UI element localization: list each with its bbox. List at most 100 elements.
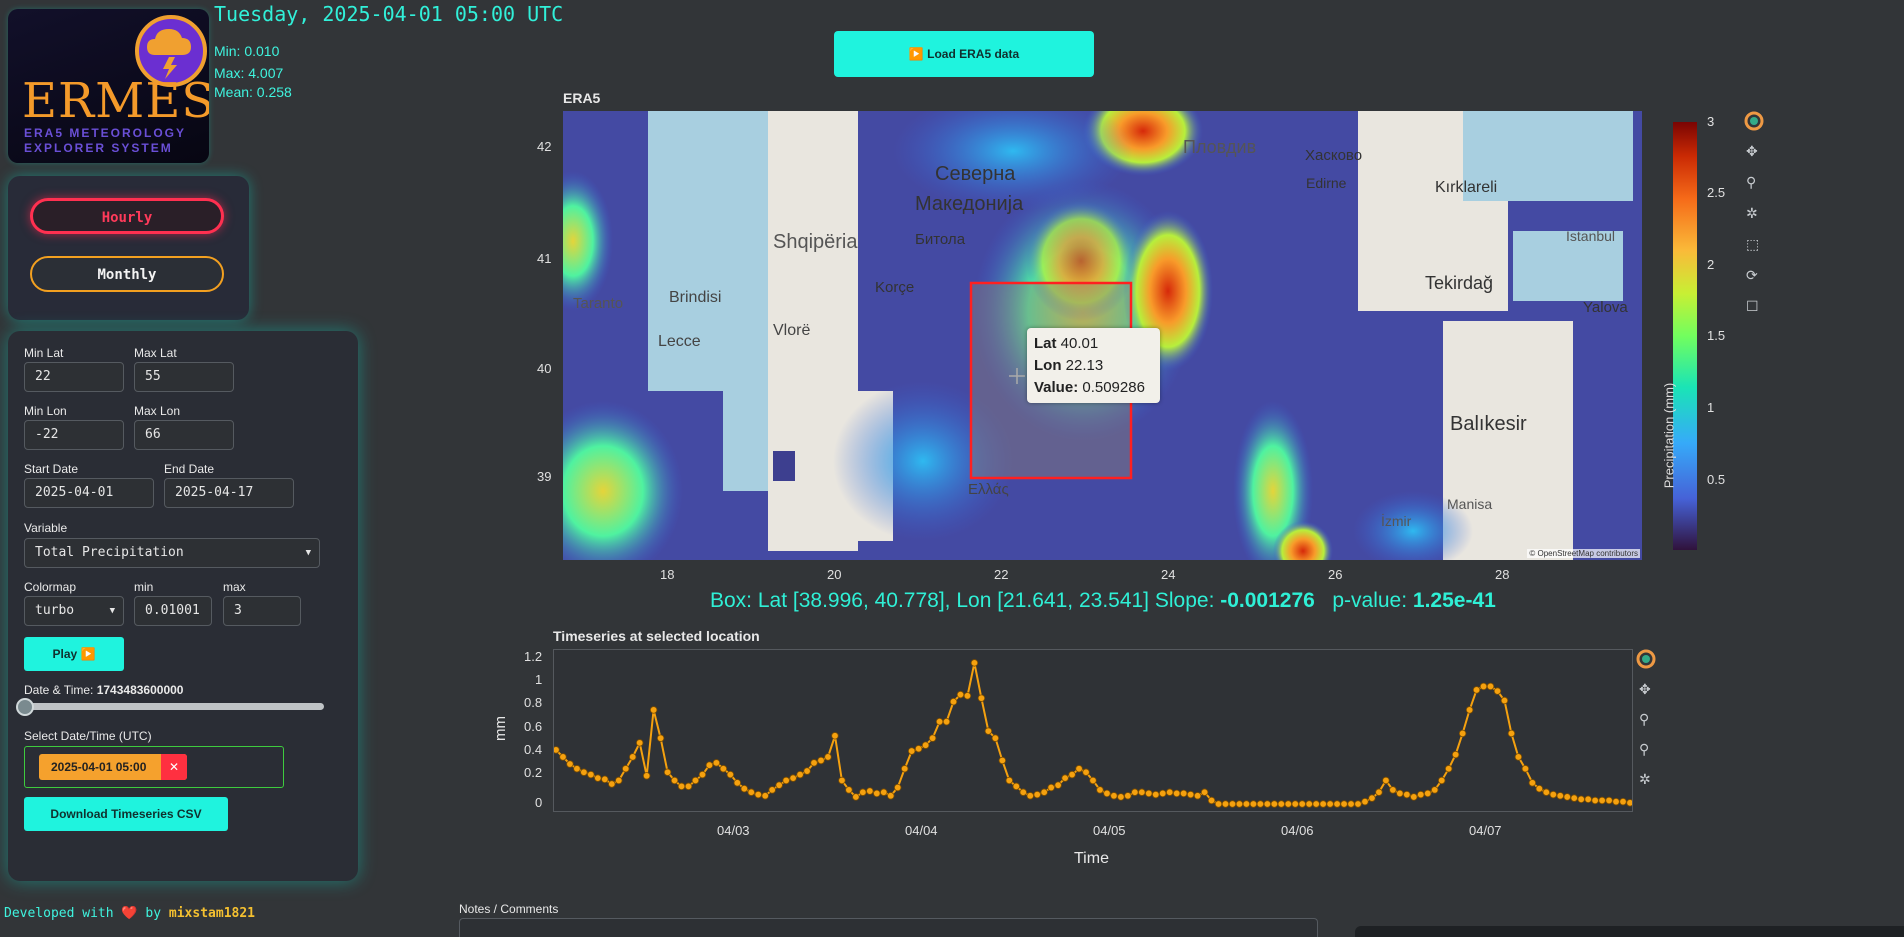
data-point bbox=[1298, 800, 1306, 808]
stat-max: Max: 4.007 bbox=[214, 65, 284, 81]
data-point bbox=[1179, 789, 1188, 798]
data-point bbox=[684, 782, 693, 791]
data-point bbox=[845, 786, 853, 794]
data-point bbox=[1410, 793, 1418, 801]
data-point bbox=[1514, 753, 1523, 761]
min-range-input[interactable]: 0.01001 bbox=[134, 596, 212, 626]
min-lon-input[interactable]: -22 bbox=[24, 420, 124, 450]
ts-y-tick: 0.8 bbox=[524, 695, 543, 710]
data-point bbox=[587, 770, 595, 779]
play-button[interactable]: Play ▶️ bbox=[24, 637, 124, 671]
datetime-multiselect[interactable]: 2025-04-01 05:00 ✕ bbox=[24, 746, 284, 788]
box-select-icon[interactable]: ⬚ bbox=[1746, 236, 1759, 253]
data-point bbox=[935, 717, 944, 726]
data-point bbox=[1563, 793, 1571, 801]
data-point bbox=[1082, 768, 1090, 776]
reset-icon[interactable]: ✲ bbox=[1746, 205, 1758, 222]
data-point bbox=[1249, 800, 1258, 808]
data-point bbox=[1479, 682, 1488, 691]
data-point bbox=[615, 776, 623, 785]
data-point bbox=[1326, 800, 1334, 808]
data-point bbox=[747, 788, 755, 796]
data-point bbox=[1089, 776, 1097, 785]
max-range-input[interactable]: 3 bbox=[223, 596, 301, 626]
dropdown-arrow-icon: ▼ bbox=[305, 548, 311, 558]
map-label: Edirne bbox=[1306, 175, 1347, 191]
colormap-select[interactable]: turbo ▼ bbox=[24, 596, 124, 626]
data-point bbox=[1256, 800, 1265, 808]
data-point bbox=[1507, 729, 1516, 738]
data-point bbox=[1438, 776, 1446, 785]
data-point bbox=[1431, 786, 1439, 794]
data-point bbox=[1347, 800, 1355, 808]
refresh-icon[interactable]: ⟳ bbox=[1746, 267, 1758, 284]
colorbar-tick: 2.5 bbox=[1707, 185, 1726, 200]
wheel-zoom-icon[interactable]: ⚲ bbox=[1746, 174, 1756, 191]
data-point bbox=[740, 785, 748, 793]
data-point bbox=[1110, 792, 1118, 800]
end-date-input[interactable]: 2025-04-17 bbox=[164, 478, 294, 508]
load-era5-button[interactable]: ▶️ Load ERA5 data bbox=[834, 31, 1094, 77]
data-point bbox=[552, 746, 560, 754]
bokeh-logo-icon[interactable] bbox=[1636, 649, 1656, 672]
variable-select[interactable]: Total Precipitation ▼ bbox=[24, 538, 320, 568]
map-label: Lecce bbox=[658, 333, 701, 350]
data-point bbox=[1214, 800, 1223, 808]
data-point bbox=[1584, 795, 1592, 803]
data-point bbox=[1193, 792, 1202, 800]
data-point bbox=[782, 776, 790, 785]
data-point bbox=[1521, 765, 1530, 773]
data-point bbox=[1312, 800, 1320, 808]
datetime-slider-handle[interactable] bbox=[16, 698, 34, 716]
max-lat-input[interactable]: 55 bbox=[134, 362, 234, 392]
data-point bbox=[956, 690, 965, 699]
data-point bbox=[677, 782, 686, 791]
data-point bbox=[928, 734, 937, 742]
datetime-slider-track[interactable] bbox=[24, 703, 324, 710]
max-lat-label: Max Lat bbox=[134, 346, 177, 360]
max-lon-input[interactable]: 66 bbox=[134, 420, 234, 450]
colorbar-tick: 1.5 bbox=[1707, 328, 1726, 343]
bokeh-logo-icon[interactable] bbox=[1744, 111, 1764, 134]
monthly-button[interactable]: Monthly bbox=[30, 256, 224, 292]
data-point bbox=[705, 761, 714, 769]
data-point bbox=[1472, 686, 1481, 694]
data-point bbox=[768, 786, 776, 794]
data-point bbox=[1549, 790, 1557, 799]
min-lat-input[interactable]: 22 bbox=[24, 362, 124, 392]
notes-textarea[interactable] bbox=[459, 918, 1318, 937]
data-point bbox=[1382, 776, 1390, 785]
data-point bbox=[1061, 774, 1069, 782]
download-csv-button[interactable]: Download Timeseries CSV bbox=[24, 797, 228, 831]
ts-y-tick: 0.4 bbox=[524, 742, 543, 757]
map-attribution[interactable]: © OpenStreetMap contributors bbox=[1527, 549, 1640, 558]
data-point bbox=[949, 697, 958, 706]
pan-icon[interactable]: ✥ bbox=[1639, 681, 1651, 698]
remove-tag-icon[interactable]: ✕ bbox=[161, 754, 187, 780]
data-point bbox=[1612, 797, 1620, 806]
ts-x-label: Time bbox=[1074, 850, 1109, 867]
map-y-tick: 40 bbox=[537, 361, 552, 376]
hover-icon[interactable]: ☐ bbox=[1746, 298, 1759, 315]
reset-icon[interactable]: ✲ bbox=[1639, 771, 1651, 788]
start-date-input[interactable]: 2025-04-01 bbox=[24, 478, 154, 508]
map-label: Shqipëria bbox=[773, 231, 858, 253]
data-point bbox=[1047, 783, 1055, 792]
map-label: İzmir bbox=[1381, 513, 1412, 529]
box-zoom-icon[interactable]: ⚲ bbox=[1639, 711, 1649, 728]
pan-icon[interactable]: ✥ bbox=[1746, 143, 1758, 160]
map-x-tick: 18 bbox=[660, 567, 675, 582]
map-label: Balıkesir bbox=[1450, 413, 1527, 435]
data-point bbox=[712, 759, 721, 767]
data-point bbox=[1263, 800, 1272, 808]
wheel-zoom-icon[interactable]: ⚲ bbox=[1639, 741, 1649, 758]
data-point bbox=[817, 756, 825, 765]
data-point bbox=[991, 734, 1000, 742]
data-point bbox=[1424, 789, 1432, 798]
timeseries-plot[interactable] bbox=[552, 649, 1634, 812]
data-point bbox=[921, 741, 930, 749]
hourly-button[interactable]: Hourly bbox=[30, 198, 224, 234]
data-point bbox=[831, 732, 839, 740]
stat-min: Min: 0.010 bbox=[214, 43, 280, 59]
ts-x-tick: 04/07 bbox=[1469, 823, 1502, 838]
